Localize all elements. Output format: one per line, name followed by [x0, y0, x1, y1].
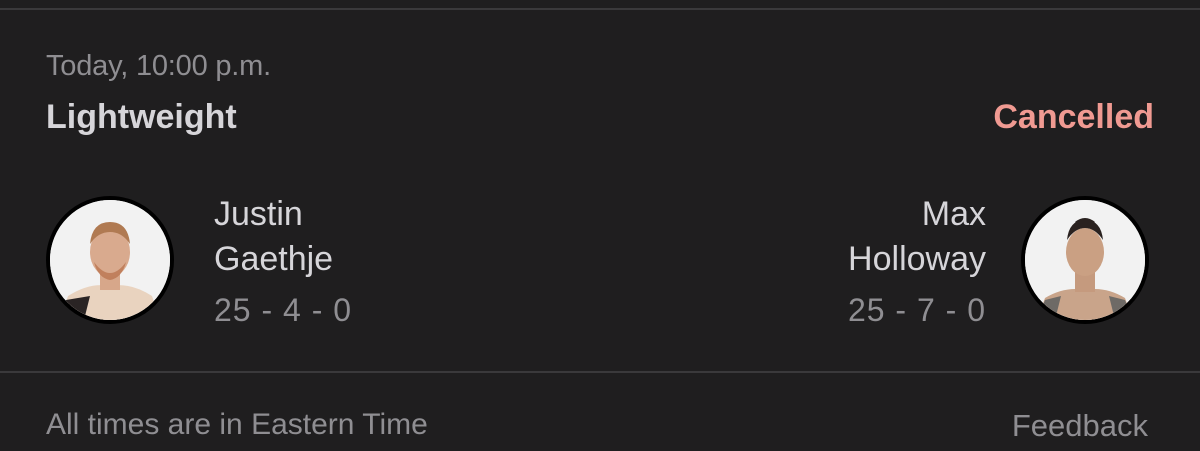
timezone-note: All times are in Eastern Time — [46, 408, 428, 441]
fighter-left-avatar[interactable] — [46, 196, 174, 324]
fighter-right-first-name: Max — [921, 195, 986, 233]
fighter-left-name[interactable]: Justin Gaethje — [214, 192, 333, 282]
feedback-link[interactable]: Feedback — [1012, 408, 1148, 444]
status-badge: Cancelled — [993, 98, 1154, 136]
fighter-right-record: 25 - 7 - 0 — [847, 292, 986, 328]
fighter-photo-icon — [1025, 200, 1145, 320]
fighter-photo-icon — [50, 200, 170, 320]
weight-class-title: Lightweight — [46, 98, 237, 136]
event-datetime: Today, 10:00 p.m. — [46, 50, 271, 82]
bottom-divider — [0, 371, 1200, 373]
fighter-right-avatar[interactable] — [1021, 196, 1149, 324]
fighter-right-last-name: Holloway — [848, 240, 986, 278]
fighter-left-last-name: Gaethje — [214, 240, 334, 278]
top-divider — [0, 8, 1200, 10]
fighter-left-record: 25 - 4 - 0 — [214, 292, 353, 328]
fighter-left-first-name: Justin — [214, 195, 303, 233]
fighter-right-name[interactable]: Max Holloway — [848, 192, 986, 282]
